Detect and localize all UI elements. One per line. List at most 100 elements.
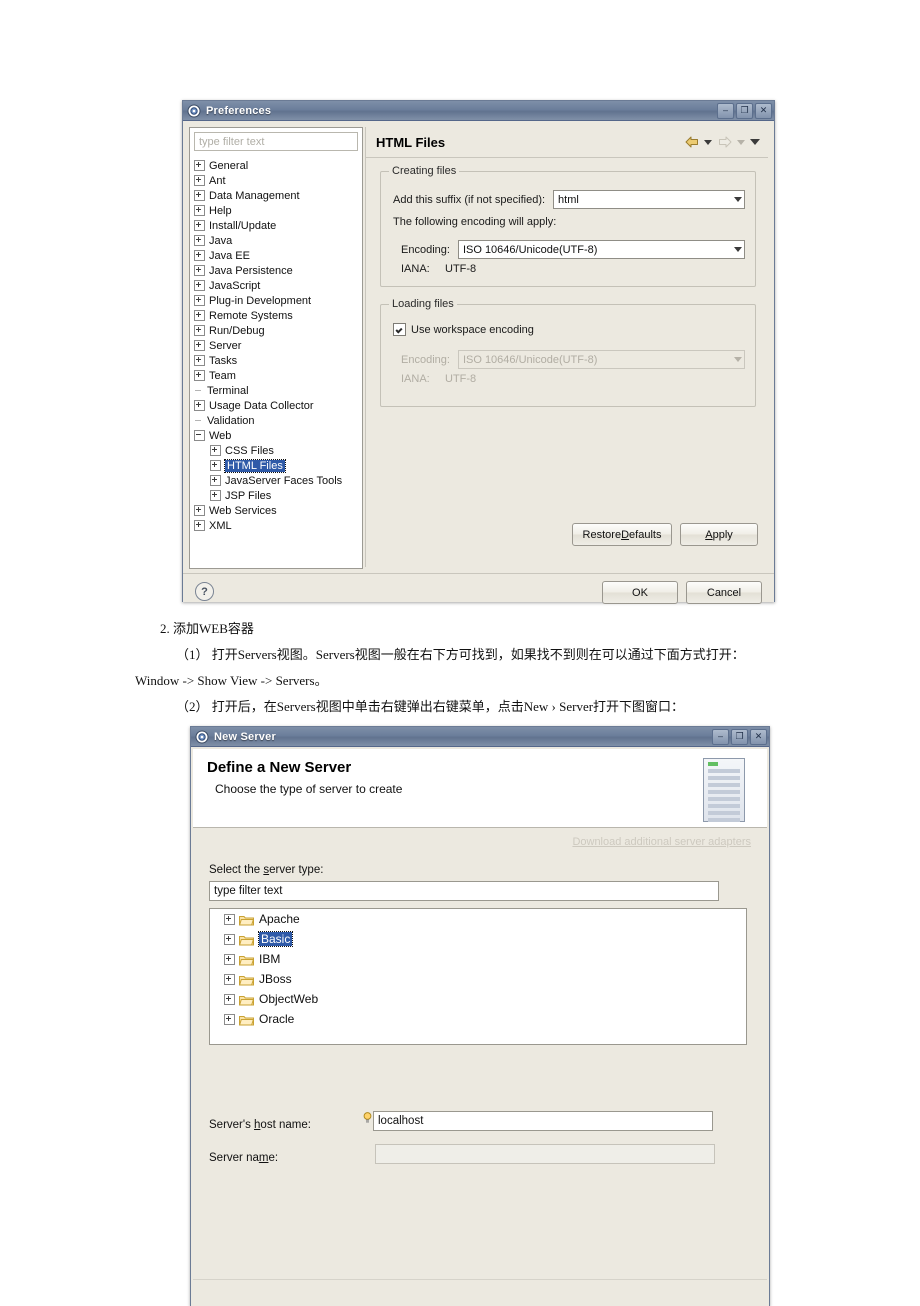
maximize-button[interactable]: ❐: [736, 102, 753, 119]
tree-item[interactable]: Java EE: [194, 248, 362, 263]
tree-item[interactable]: Run/Debug: [194, 323, 362, 338]
loading-files-group: Loading files Use workspace encoding Enc…: [380, 298, 756, 407]
tree-item[interactable]: Web Services: [194, 503, 362, 518]
tree-item[interactable]: Install/Update: [194, 218, 362, 233]
expand-icon[interactable]: [194, 325, 205, 336]
filter-input[interactable]: type filter text: [194, 132, 358, 151]
tree-item[interactable]: XML: [194, 518, 362, 533]
server-type-item[interactable]: IBM: [210, 949, 746, 969]
cancel-button[interactable]: Cancel: [686, 581, 762, 604]
preferences-title-text: Preferences: [206, 104, 272, 117]
expand-icon[interactable]: [224, 953, 235, 965]
tree-item[interactable]: Java Persistence: [194, 263, 362, 278]
expand-icon[interactable]: [194, 340, 205, 351]
maximize-button[interactable]: ❐: [731, 728, 748, 745]
preferences-titlebar[interactable]: Preferences – ❐ ✕: [183, 101, 774, 121]
tree-item[interactable]: Remote Systems: [194, 308, 362, 323]
tree-item-label: Run/Debug: [209, 324, 265, 337]
expand-icon[interactable]: [194, 310, 205, 321]
tree-item[interactable]: General: [194, 158, 362, 173]
minimize-button[interactable]: –: [712, 728, 729, 745]
collapse-icon[interactable]: [194, 430, 205, 441]
expand-icon[interactable]: [210, 475, 221, 486]
tree-item[interactable]: Java: [194, 233, 362, 248]
select-label-post: erver type:: [269, 864, 324, 876]
tree-item[interactable]: Web: [194, 428, 362, 443]
server-type-filter-input[interactable]: type filter text: [209, 881, 719, 901]
expand-icon[interactable]: [194, 370, 205, 381]
tree-item[interactable]: JavaServer Faces Tools: [194, 473, 362, 488]
expand-icon[interactable]: [224, 933, 235, 945]
encoding-combo[interactable]: ISO 10646/Unicode(UTF-8): [457, 240, 745, 259]
leaf-icon: [194, 416, 203, 425]
expand-icon[interactable]: [194, 235, 205, 246]
back-dropdown-caret-icon[interactable]: [704, 139, 712, 145]
tree-item[interactable]: Plug-in Development: [194, 293, 362, 308]
tree-item[interactable]: JSP Files: [194, 488, 362, 503]
encoding-note: The following encoding will apply:: [393, 216, 557, 228]
server-type-item[interactable]: ObjectWeb: [210, 989, 746, 1009]
expand-icon[interactable]: [194, 205, 205, 216]
server-type-item[interactable]: JBoss: [210, 969, 746, 989]
preferences-tree[interactable]: General Ant Data Management Help Install/Upd…: [190, 155, 362, 533]
close-button[interactable]: ✕: [750, 728, 767, 745]
creating-files-group: Creating files Add this suffix (if not s…: [380, 165, 756, 287]
server-name-input[interactable]: [375, 1144, 715, 1164]
tree-item[interactable]: Team: [194, 368, 362, 383]
download-server-adapters-link[interactable]: Download additional server adapters: [572, 836, 751, 848]
server-type-tree[interactable]: Apache Basic IBM JBoss ObjectWeb Oracle: [209, 908, 747, 1045]
expand-icon[interactable]: [194, 220, 205, 231]
restore-defaults-button[interactable]: Restore Defaults: [572, 523, 672, 546]
tree-item[interactable]: Terminal: [194, 383, 362, 398]
tree-item[interactable]: Usage Data Collector: [194, 398, 362, 413]
tree-item[interactable]: Ant: [194, 173, 362, 188]
tree-item[interactable]: JavaScript: [194, 278, 362, 293]
encoding-value: ISO 10646/Unicode(UTF-8): [462, 243, 598, 256]
encoding-label: Encoding:: [401, 243, 450, 256]
tree-item[interactable]: Validation: [194, 413, 362, 428]
expand-icon[interactable]: [224, 1013, 235, 1025]
server-type-item[interactable]: Apache: [210, 909, 746, 929]
expand-icon[interactable]: [194, 520, 205, 531]
view-menu-caret-icon[interactable]: [750, 139, 760, 145]
expand-icon[interactable]: [210, 445, 221, 456]
server-type-item[interactable]: Basic: [210, 929, 746, 949]
expand-icon[interactable]: [210, 490, 221, 501]
expand-icon[interactable]: [194, 505, 205, 516]
expand-icon[interactable]: [194, 265, 205, 276]
tree-item[interactable]: Server: [194, 338, 362, 353]
expand-icon[interactable]: [210, 460, 221, 471]
suffix-combo[interactable]: html: [553, 190, 745, 209]
tree-item[interactable]: HTML Files: [194, 458, 362, 473]
tree-item-label: Java EE: [209, 249, 250, 262]
close-button[interactable]: ✕: [755, 102, 772, 119]
expand-icon[interactable]: [194, 250, 205, 261]
expand-icon[interactable]: [194, 160, 205, 171]
preferences-tree-panel: type filter text General Ant Data Manageme…: [189, 127, 363, 569]
expand-icon[interactable]: [194, 295, 205, 306]
tree-item[interactable]: Tasks: [194, 353, 362, 368]
expand-icon[interactable]: [194, 400, 205, 411]
host-name-input[interactable]: localhost: [373, 1111, 713, 1131]
expand-icon[interactable]: [224, 973, 235, 985]
tree-item[interactable]: Help: [194, 203, 362, 218]
tree-item[interactable]: Data Management: [194, 188, 362, 203]
preferences-window-controls: – ❐ ✕: [717, 102, 772, 119]
ok-button[interactable]: OK: [602, 581, 678, 604]
back-arrow-icon[interactable]: [684, 135, 699, 149]
new-server-titlebar[interactable]: New Server – ❐ ✕: [191, 727, 769, 747]
expand-icon[interactable]: [224, 993, 235, 1005]
expand-icon[interactable]: [224, 913, 235, 925]
tree-item-label: Usage Data Collector: [209, 399, 314, 412]
expand-icon[interactable]: [194, 280, 205, 291]
expand-icon[interactable]: [194, 175, 205, 186]
help-button[interactable]: ?: [195, 582, 214, 601]
server-type-item[interactable]: Oracle: [210, 1009, 746, 1029]
minimize-button[interactable]: –: [717, 102, 734, 119]
apply-button[interactable]: Apply: [680, 523, 758, 546]
tree-item[interactable]: CSS Files: [194, 443, 362, 458]
use-workspace-encoding-checkbox[interactable]: [393, 323, 406, 336]
expand-icon[interactable]: [194, 190, 205, 201]
tree-item-label: JSP Files: [225, 489, 272, 502]
expand-icon[interactable]: [194, 355, 205, 366]
